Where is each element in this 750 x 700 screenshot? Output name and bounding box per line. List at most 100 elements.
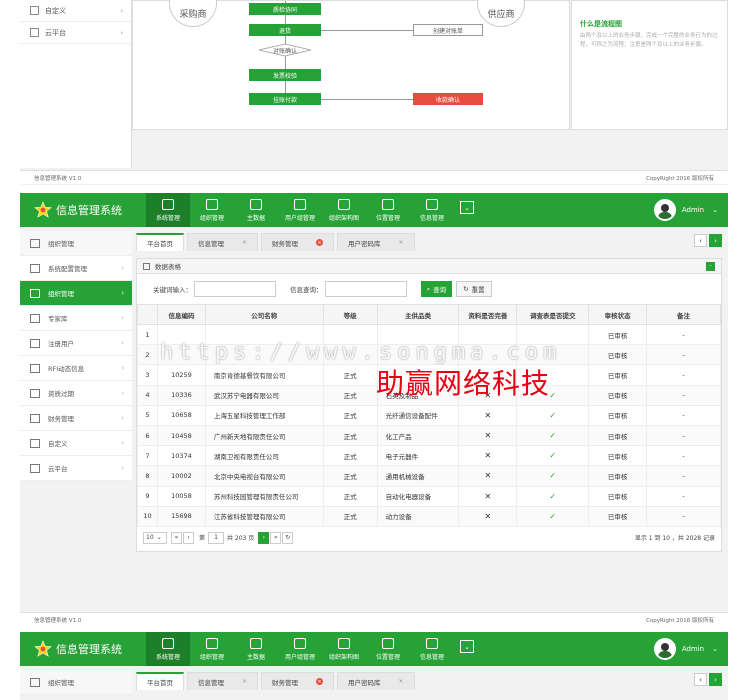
next-page-icon[interactable]: › [258,531,270,544]
user-menu[interactable]: Admin ⌄ [653,193,718,227]
cell-status: 已审核 [607,371,628,380]
nav-location[interactable]: 位置管理 [366,193,410,227]
close-icon[interactable]: × [399,678,404,685]
keyword-input[interactable] [194,281,276,297]
sidebar-item-qualification[interactable]: 资质过期 › [20,381,132,406]
chevron-right-icon: › [121,389,124,397]
reset-button[interactable]: ↻ 重置 [456,281,492,297]
nav-info[interactable]: 信息管理 [410,632,454,666]
col-company[interactable]: 公司名称 [204,304,324,325]
tab-home[interactable]: 平台首页 [136,672,184,690]
close-icon[interactable]: × [399,239,404,246]
collapse-icon[interactable]: – [706,261,715,271]
sidebar-item-cloud[interactable]: 云平台 › [20,456,132,481]
cell-status: 已审核 [607,513,628,522]
tab-finance[interactable]: 财务管理 × [261,672,335,690]
prev-page-icon[interactable]: ‹ [183,531,194,544]
table-cell: 已审核 [588,445,648,467]
table-cell: - [646,424,721,447]
close-icon[interactable]: × [316,239,324,246]
sidebar-header[interactable]: 组织管理 [20,231,132,256]
cell-company: 广州新天地有限责任公司 [213,432,286,441]
page-number-input[interactable]: 1 [208,531,225,544]
tab-password[interactable]: 用户密码库 × [337,672,415,690]
table-row[interactable]: 7 10374 湖南卫视有限责任公司 正式 电子元器件 ✕ ✓ 已审核 - [137,445,721,467]
sidebar-item-rfi[interactable]: RFI动态信息 › [20,356,132,381]
nav-org[interactable]: 组织管理 [190,632,234,666]
col-status[interactable]: 审核状态 [588,304,648,325]
page-size-select[interactable]: 10 ⌄ [143,531,167,544]
top-sidebar-item-custom[interactable]: 自定义 › [20,0,131,22]
cell-no: 9 [145,492,150,501]
close-icon[interactable]: × [242,678,247,685]
sidebar-item-experts[interactable]: 专家库 › [20,306,132,331]
nav-system[interactable]: 系统管理 [146,632,190,666]
refresh-icon[interactable]: ↻ [282,531,294,544]
col-note[interactable]: 备注 [646,304,721,325]
cell-code: 10002 [171,471,192,480]
table-cell: 正式 [322,364,378,386]
chevron-left-icon[interactable]: ‹ [694,234,707,247]
data-table-panel: 数据表格 – 关键词输入： 信息查询： ⌕ 查询 ↻ 重置 信息编码 公司名称 等级… [136,258,722,552]
info-query-input[interactable] [324,281,407,297]
nav-location[interactable]: 位置管理 [366,632,410,666]
first-page-icon[interactable]: « [171,531,182,544]
nav-org-chart[interactable]: 组织架构图 [322,632,366,666]
tab-finance[interactable]: 财务管理 × [261,233,335,251]
col-submitted[interactable]: 调查表是否提交 [516,304,590,325]
sidebar-item-system-config[interactable]: 系统配置管理 › [20,256,132,281]
close-icon[interactable]: × [316,678,324,685]
nav-system[interactable]: 系统管理 [146,193,190,227]
nav-user-group[interactable]: 用户组管理 [278,632,322,666]
query-button[interactable]: ⌕ 查询 [420,281,453,297]
tab-info[interactable]: 信息管理 × [187,233,259,251]
table-cell: 已审核 [588,323,648,346]
nav-org[interactable]: 组织管理 [190,193,234,227]
nav-master-data[interactable]: 主数据 [234,193,278,227]
nav-org-chart[interactable]: 组织架构图 [322,193,366,227]
col-code[interactable]: 信息编码 [156,304,206,325]
table-row[interactable]: 9 10058 苏州科技园管理有限责任公司 正式 自动化电器设备 ✕ ✓ 已审核 - [137,485,721,507]
nav-user-group[interactable]: 用户组管理 [278,193,322,227]
tab-password[interactable]: 用户密码库 × [337,233,415,251]
cell-submitted: ✓ [549,390,557,400]
tab-info[interactable]: 信息管理 × [187,672,259,690]
col-complete[interactable]: 资料是否完善 [458,304,518,325]
cell-complete: ✕ [484,511,492,521]
chevron-right-icon[interactable]: › [709,234,722,247]
nav-more-chevron-icon[interactable]: ⌄ [460,201,474,214]
table-cell: 已审核 [588,505,648,527]
table-row[interactable]: 8 10002 北京中央电视台有限公司 正式 通用机械设备 ✕ ✓ 已审核 - [137,465,721,487]
last-page-icon[interactable]: » [270,531,282,544]
sidebar-item-registered-users[interactable]: 注册用户 › [20,331,132,356]
table-cell: 正式 [322,485,378,507]
table-cell: ✕ [458,404,518,426]
sidebar-item-custom[interactable]: 自定义 › [20,431,132,456]
user-menu[interactable]: Admin ⌄ [653,632,718,666]
table-cell: 江苏省科技管理有限公司 [204,505,324,527]
table-cell: 北京中央电视台有限公司 [204,465,324,487]
cell-company: 武汉苏宁电器有限公司 [213,392,279,401]
star-logo-icon [34,640,52,657]
cell-category: 动力设备 [385,513,412,522]
close-icon[interactable]: × [242,239,247,246]
table-row[interactable]: 5 10658 上海五星科技管理工作部 正式 光纤通信设备配件 ✕ ✓ 已审核 - [137,404,721,426]
chevron-right-icon: › [121,364,124,372]
nav-info[interactable]: 信息管理 [410,193,454,227]
app-logo[interactable]: 信息管理系统 [20,193,146,227]
top-sidebar-item-cloud[interactable]: 云平台 › [20,22,131,44]
panel-title: 数据表格 [155,263,181,271]
chevron-right-icon[interactable]: › [709,673,722,686]
col-category[interactable]: 主供品类 [376,304,460,325]
sidebar-item-org[interactable]: 组织管理 › [20,281,132,306]
col-level[interactable]: 等级 [322,304,378,325]
nav-more-chevron-icon[interactable]: ⌄ [460,640,474,653]
app-logo[interactable]: 信息管理系统 [20,632,146,666]
nav-master-data[interactable]: 主数据 [234,632,278,666]
sidebar-item-finance[interactable]: 财务管理 › [20,406,132,431]
sidebar-header[interactable]: 组织管理 [20,670,132,695]
tab-home[interactable]: 平台首页 [136,233,184,251]
table-row[interactable]: 10 15698 江苏省科技管理有限公司 正式 动力设备 ✕ ✓ 已审核 - [137,505,721,527]
table-row[interactable]: 6 10458 广州新天地有限责任公司 正式 化工产品 ✕ ✓ 已审核 - [137,424,721,447]
chevron-left-icon[interactable]: ‹ [694,673,707,686]
